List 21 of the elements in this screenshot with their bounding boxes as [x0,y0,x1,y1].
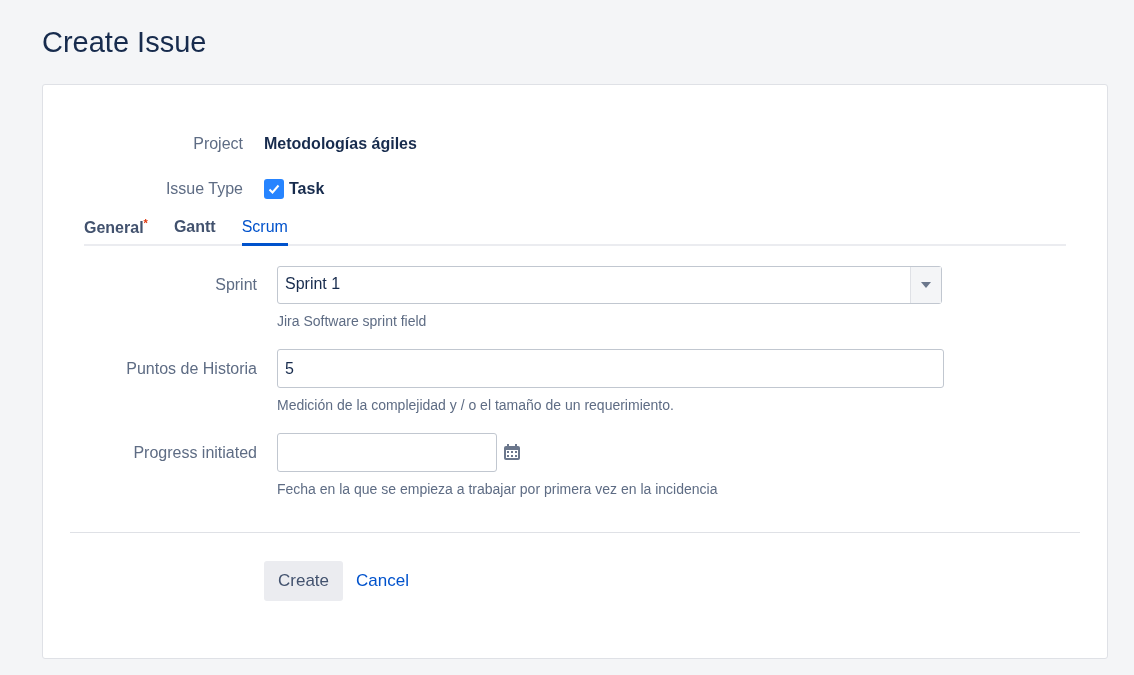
story-points-input[interactable]: 5 [277,349,944,389]
create-button[interactable]: Create [264,561,344,602]
field-label: Project [192,134,243,153]
dropdown-caret-icon [921,282,931,289]
page-title: Create Issue [42,25,208,60]
help-text: Jira Software sprint field [277,313,428,330]
date-input[interactable] [277,433,497,473]
help-text: Fecha en la que se empieza a trabajar por primera vez en la incidencia [277,481,719,498]
calendar-icon[interactable] [503,444,521,462]
tab[interactable]: Scrum [241,217,288,247]
field-label: Puntos de Historia [125,359,257,378]
help-text: Medición de la complejidad y / o el tamaño de un requerimiento. [277,397,675,414]
field-label: Progress initiated [132,443,257,462]
project-name: Metodologías ágiles [264,134,417,153]
cancel-link[interactable]: Cancel [356,571,409,592]
field-label: Issue Type [164,179,243,198]
sprint-select[interactable]: Sprint 1 [277,266,942,305]
tab[interactable]: Gantt [173,217,216,247]
field-label: Sprint [214,276,257,295]
issue-type-value: Task [289,179,325,198]
tab[interactable]: General$^{*}$ [84,217,148,247]
